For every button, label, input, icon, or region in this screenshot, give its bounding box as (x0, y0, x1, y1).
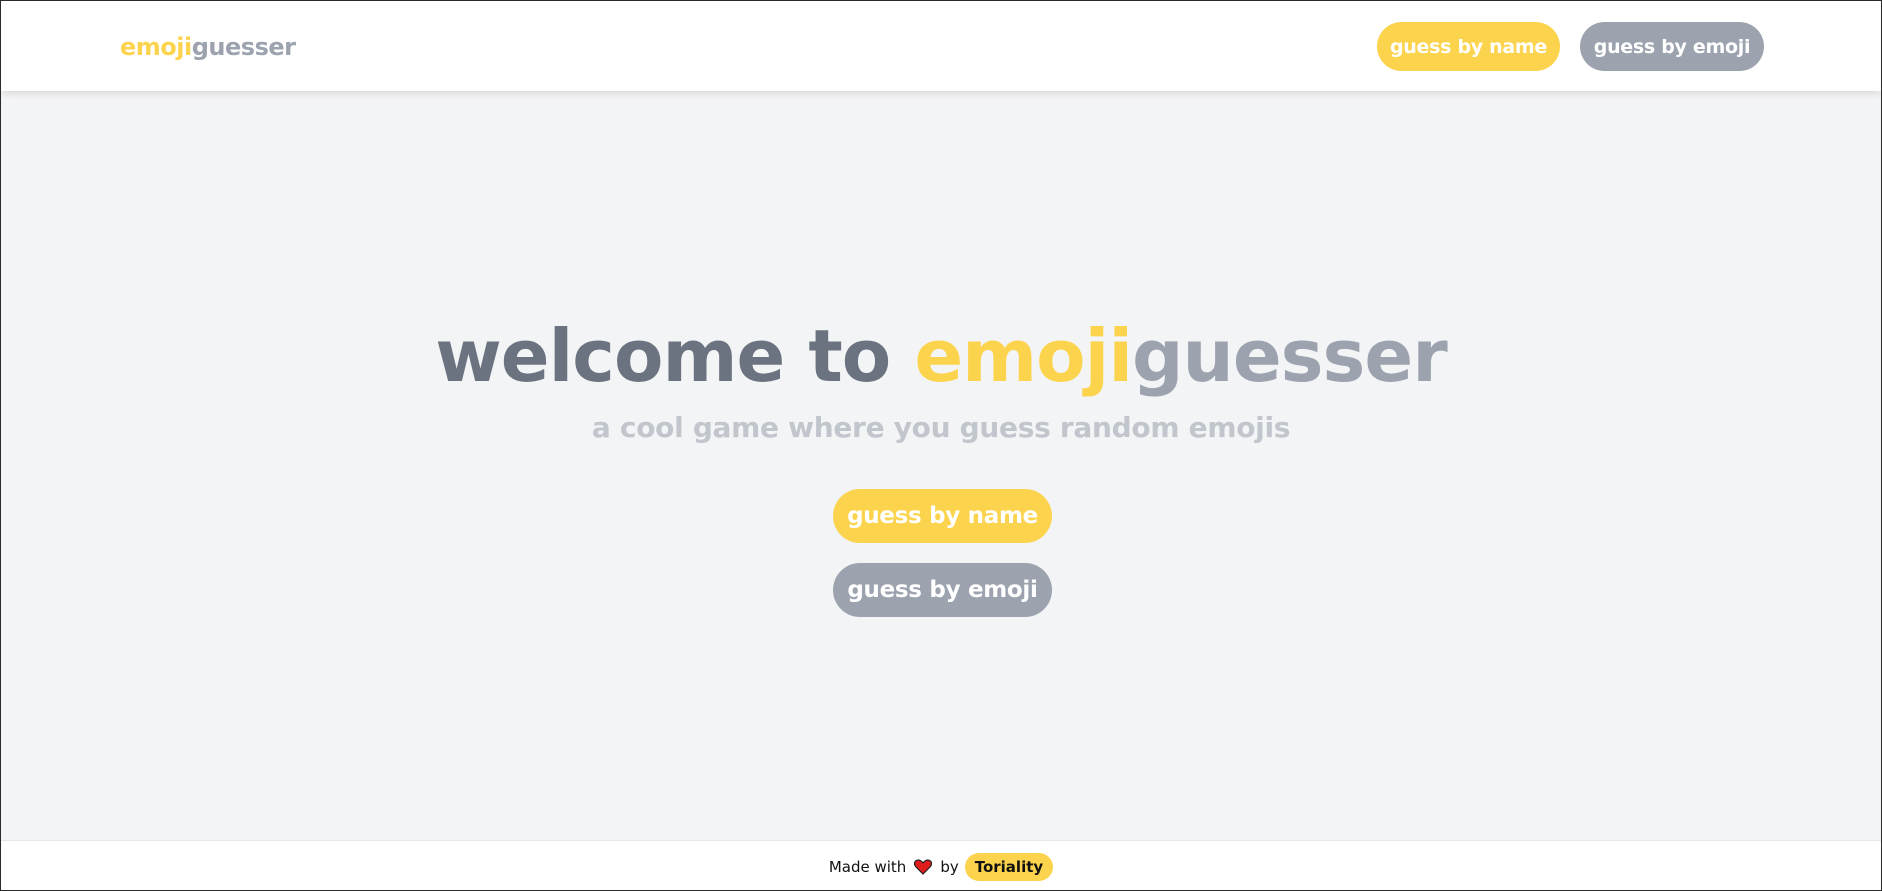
guess-by-name-button[interactable]: guess by name (833, 489, 1052, 543)
footer-by-text: by (940, 857, 959, 876)
author-link[interactable]: Toriality (964, 852, 1054, 881)
title-emoji-part: emoji (914, 314, 1133, 398)
guess-by-emoji-button[interactable]: guess by emoji (833, 563, 1052, 617)
title-prefix: welcome to (435, 314, 915, 398)
heart-icon (914, 858, 933, 875)
logo-guesser-part: guesser (191, 33, 296, 61)
top-navbar: emojiguesser guess by name guess by emoj… (1, 1, 1881, 91)
nav-guess-by-name-button[interactable]: guess by name (1377, 22, 1560, 71)
footer: Made with by Toriality (1, 840, 1881, 890)
footer-made-with-text: Made with (828, 857, 907, 876)
logo-emoji-part: emoji (120, 33, 192, 61)
page-title: welcome to emojiguesser (1, 311, 1881, 401)
logo[interactable]: emojiguesser (120, 33, 296, 61)
app-frame: emojiguesser guess by name guess by emoj… (0, 0, 1882, 891)
title-guesser-part: guesser (1132, 314, 1448, 398)
page-subtitle: a cool game where you guess random emoji… (591, 411, 1291, 444)
nav-guess-by-emoji-button[interactable]: guess by emoji (1580, 22, 1764, 71)
